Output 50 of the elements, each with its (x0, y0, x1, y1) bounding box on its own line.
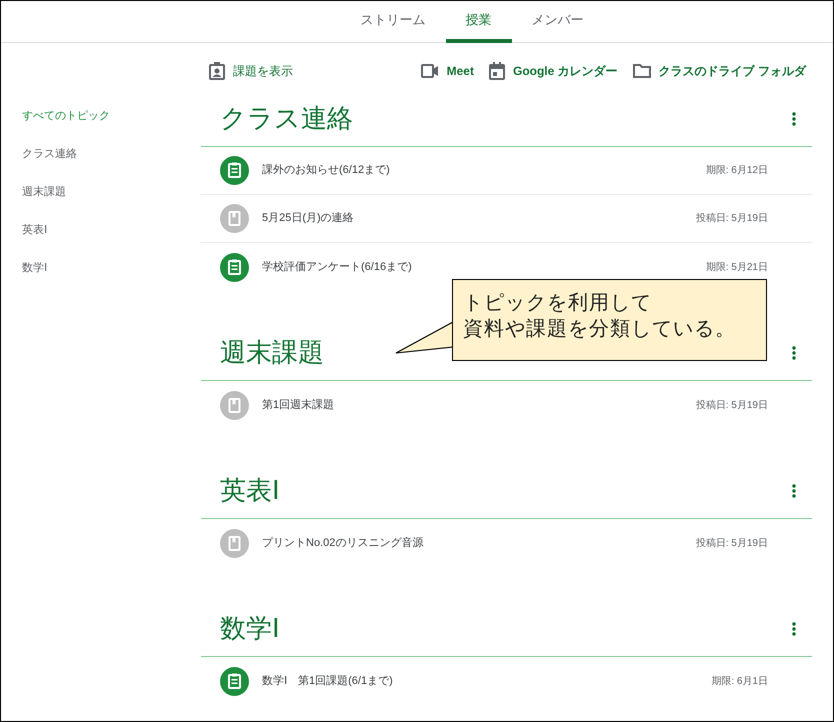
clipboard-icon (220, 666, 249, 696)
more-options-icon[interactable] (792, 484, 796, 498)
classwork-item[interactable]: 数学Ⅰ 第1回課題(6/1まで) 期限: 6月1日 (201, 657, 812, 705)
item-title: 数学Ⅰ 第1回課題(6/1まで) (262, 674, 393, 689)
clipboard-icon (220, 156, 249, 185)
topic-link[interactable]: すべてのトピック (22, 107, 110, 125)
tab[interactable]: メンバー (512, 1, 604, 43)
item-date: 投稿日: 5月19日 (696, 398, 768, 412)
item-title: 学校評価アンケート(6/16まで) (262, 260, 412, 275)
classwork-item[interactable]: 5月25日(月)の連絡 投稿日: 5月19日 (201, 195, 812, 243)
more-options-icon[interactable] (792, 346, 796, 360)
classwork-item[interactable]: 第1回週末課題 投稿日: 5月19日 (201, 381, 812, 429)
topic-title: 数学Ⅰ (220, 612, 280, 645)
item-date: 期限: 6月12日 (706, 164, 768, 178)
topic-link[interactable]: 英表Ⅰ (22, 221, 47, 239)
view-assignments-button[interactable]: 課題を表示 (209, 62, 293, 80)
item-date: 期限: 6月1日 (711, 674, 768, 688)
toolbar-link[interactable]: クラスのドライブ フォルダ (632, 62, 806, 80)
person-badge-icon (209, 62, 225, 80)
tab[interactable]: ストリーム (340, 1, 446, 43)
toolbar-link[interactable]: Google カレンダー (488, 62, 618, 80)
folder-icon (632, 64, 651, 78)
more-options-icon[interactable] (792, 622, 796, 636)
topic-link[interactable]: 週末課題 (22, 183, 66, 201)
book-icon (220, 390, 249, 420)
topic-title: 英表Ⅰ (220, 474, 280, 507)
book-icon (220, 528, 249, 558)
callout-text: 資料や課題を分類している。 (463, 317, 736, 342)
classwork-item[interactable]: 課外のお知らせ(6/12まで) 期限: 6月12日 (201, 147, 812, 195)
item-date: 期限: 5月21日 (706, 260, 768, 274)
more-options-icon[interactable] (792, 112, 796, 126)
calendar-icon (488, 62, 505, 80)
topic-link[interactable]: クラス連絡 (22, 145, 77, 163)
video-camera-icon (420, 64, 439, 78)
item-date: 投稿日: 5月19日 (696, 536, 768, 550)
item-title: プリントNo.02のリスニング音源 (262, 536, 424, 551)
item-date: 投稿日: 5月19日 (696, 212, 768, 226)
tab[interactable]: 授業 (446, 1, 512, 43)
topic-link[interactable]: 数学Ⅰ (22, 259, 47, 277)
item-title: 5月25日(月)の連絡 (262, 211, 354, 226)
item-title: 課外のお知らせ(6/12まで) (262, 163, 390, 178)
clipboard-icon (220, 252, 249, 282)
classwork-item[interactable]: プリントNo.02のリスニング音源 投稿日: 5月19日 (201, 519, 812, 567)
topic-title: 週末課題 (220, 336, 324, 369)
item-title: 第1回週末課題 (262, 398, 334, 413)
classwork-item[interactable]: 学校評価アンケート(6/16まで) 期限: 5月21日 (201, 243, 812, 291)
toolbar-link[interactable]: Meet (420, 62, 474, 80)
book-icon (220, 204, 249, 233)
callout-text: トピックを利用して (463, 291, 652, 316)
topic-title: クラス連絡 (220, 102, 353, 135)
